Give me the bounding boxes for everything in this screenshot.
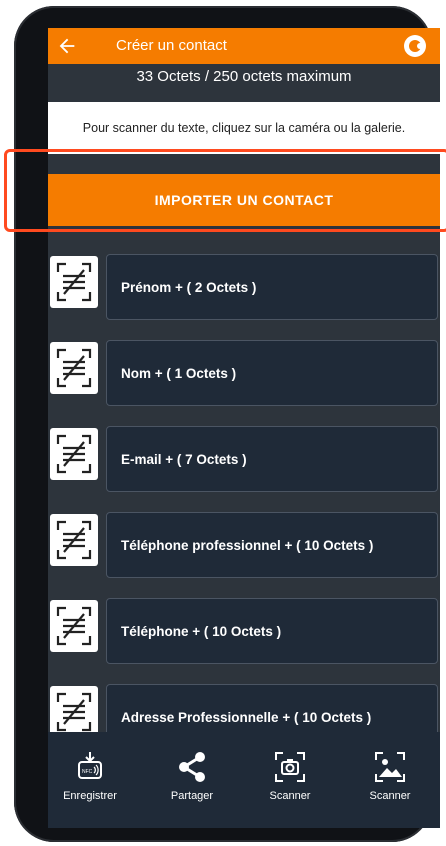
bytes-counter: 33 Octets / 250 octets maximum [136, 68, 352, 85]
nav-share[interactable]: Partager [152, 750, 232, 802]
svg-text:NFC: NFC [82, 769, 93, 775]
share-icon [179, 752, 205, 782]
page-title: Créer un contact [116, 37, 227, 54]
field-button[interactable]: E-mail + ( 7 Octets ) [106, 426, 438, 492]
field-row: Nom + ( 1 Octets ) [48, 340, 440, 406]
field-row: Prénom + ( 2 Octets ) [48, 254, 440, 320]
device-frame: Créer un contact 33 Octets / 250 octets … [14, 6, 440, 842]
field-row: Téléphone + ( 10 Octets ) [48, 598, 440, 664]
arrow-left-icon[interactable] [56, 35, 78, 57]
nav-save[interactable]: NFC Enregistrer [50, 750, 130, 802]
app-screen: Créer un contact 33 Octets / 250 octets … [48, 28, 440, 828]
field-button[interactable]: Téléphone professionnel + ( 10 Octets ) [106, 512, 438, 578]
camera-scan-icon [275, 752, 305, 782]
text-scan-icon[interactable] [50, 428, 98, 480]
nfc-download-icon: NFC [78, 752, 102, 779]
field-row: Téléphone professionnel + ( 10 Octets ) [48, 512, 440, 578]
scan-hint: Pour scanner du texte, cliquez sur la ca… [48, 102, 440, 154]
nav-label: Partager [170, 790, 214, 802]
import-contact-button[interactable]: IMPORTER UN CONTACT [48, 174, 440, 226]
nav-label: Scanner [369, 790, 411, 802]
field-button[interactable]: Prénom + ( 2 Octets ) [106, 254, 438, 320]
nav-scan-gallery[interactable]: Scanner [350, 750, 430, 802]
text-scan-icon[interactable] [50, 514, 98, 566]
nav-label: Enregistrer [63, 790, 117, 802]
nav-label: Scanner [269, 790, 311, 802]
field-button[interactable]: Nom + ( 1 Octets ) [106, 340, 438, 406]
nav-scan-camera[interactable]: Scanner [250, 750, 330, 802]
field-button[interactable]: Téléphone + ( 10 Octets ) [106, 598, 438, 664]
field-row: E-mail + ( 7 Octets ) [48, 426, 440, 492]
app-header: Créer un contact [48, 28, 440, 64]
text-scan-icon[interactable] [50, 256, 98, 308]
text-scan-icon[interactable] [50, 686, 98, 738]
text-scan-icon[interactable] [50, 600, 98, 652]
text-scan-icon[interactable] [50, 342, 98, 394]
bottom-navigation: NFC Enregistrer Partager Scanner Scanner [48, 732, 440, 828]
image-scan-icon [375, 752, 405, 782]
contact-toggle-icon[interactable] [402, 33, 428, 59]
